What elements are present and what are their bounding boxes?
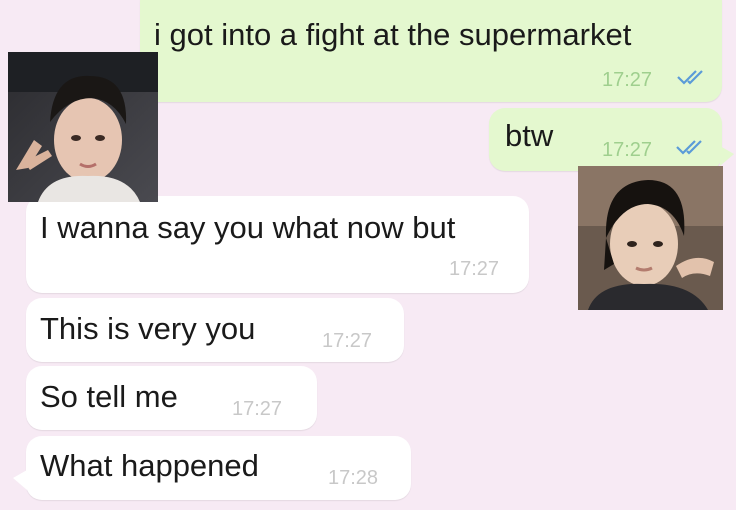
message-time: 17:27 (232, 398, 283, 420)
message-text: I wanna say you what now but (40, 210, 456, 245)
message-time: 17:27 (449, 258, 500, 280)
message-text: So tell me (40, 379, 178, 414)
left-person-photo (8, 52, 158, 202)
right-person-photo (578, 166, 723, 310)
person-photo-icon (578, 166, 723, 310)
message-text: i got into a fight at the supermarket (154, 17, 632, 52)
message-text: This is very you (40, 311, 256, 346)
message-bubble-incoming[interactable]: What happened 17:28 (26, 436, 411, 500)
message-time: 17:28 (328, 467, 379, 489)
person-photo-icon (8, 52, 158, 202)
message-bubble-incoming[interactable]: So tell me 17:27 (26, 366, 317, 430)
double-check-icon (677, 70, 703, 85)
message-text: btw (505, 118, 554, 153)
message-bubble-outgoing[interactable]: btw 17:27 (489, 108, 722, 171)
double-check-icon (676, 140, 702, 155)
message-bubble-incoming[interactable]: I wanna say you what now but 17:27 (26, 196, 529, 293)
message-text: What happened (40, 448, 259, 483)
bubble-tail (13, 470, 27, 490)
message-time: 17:27 (602, 139, 653, 161)
message-time: 17:27 (322, 330, 373, 352)
message-time: 17:27 (602, 69, 653, 91)
bubble-tail (720, 146, 734, 166)
message-bubble-outgoing[interactable]: i got into a fight at the supermarket 17… (140, 0, 722, 102)
message-bubble-incoming[interactable]: This is very you 17:27 (26, 298, 404, 362)
